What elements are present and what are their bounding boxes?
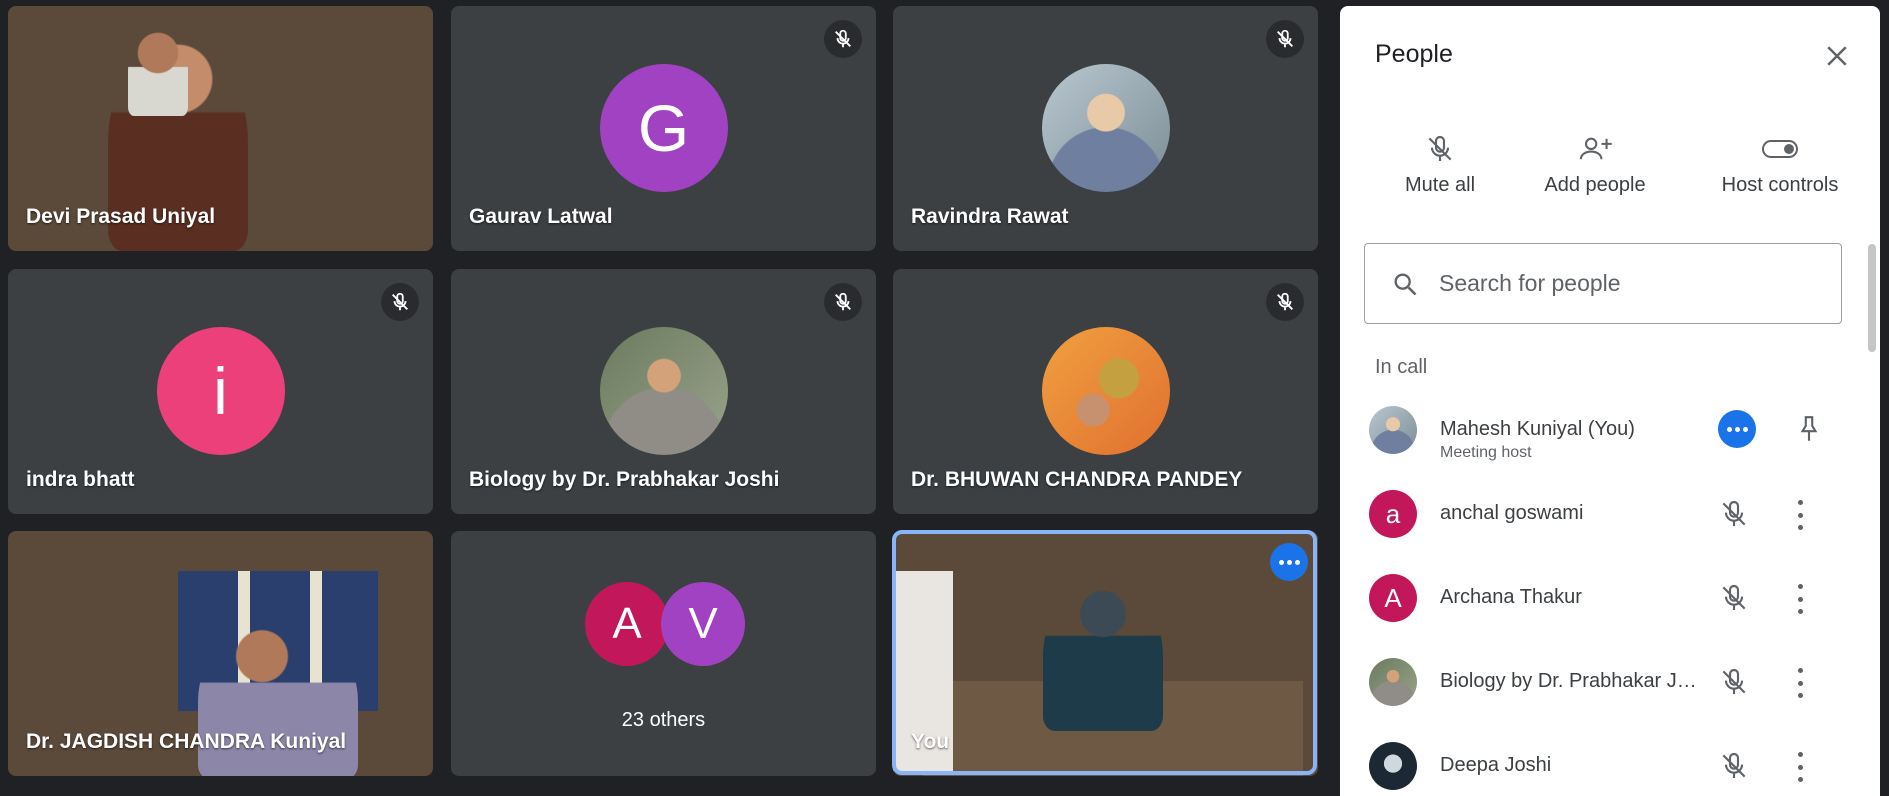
- participant-row[interactable]: A Archana Thakur: [1340, 574, 1860, 654]
- avatar: [1041, 327, 1170, 455]
- mic-off-icon: [1266, 20, 1304, 58]
- more-options-button[interactable]: [1270, 543, 1308, 581]
- more-vert-icon[interactable]: [1795, 752, 1805, 782]
- avatar: i: [156, 327, 285, 455]
- mic-off-icon: [1266, 283, 1304, 321]
- avatar: A: [1369, 574, 1417, 622]
- in-call-heading: In call: [1375, 356, 1428, 378]
- add-people-label: Add people: [1544, 174, 1646, 196]
- participant-name: Devi Prasad Uniyal: [26, 205, 216, 228]
- background-person: [128, 26, 188, 116]
- scrollbar[interactable]: [1868, 244, 1876, 352]
- participant-name: indra bhatt: [26, 468, 135, 491]
- participant-name: anchal goswami: [1440, 502, 1584, 524]
- more-options-button[interactable]: [1718, 410, 1756, 448]
- avatar: [1369, 658, 1417, 706]
- participant-name: Dr. BHUWAN CHANDRA PANDEY: [911, 468, 1243, 491]
- video-tile-bhuwan-chandra-pandey[interactable]: Dr. BHUWAN CHANDRA PANDEY: [893, 269, 1318, 514]
- mic-off-icon: [1718, 750, 1750, 782]
- avatar: a: [1369, 490, 1417, 538]
- participant-name: Biology by Dr. Prabhakar Joshi: [469, 468, 780, 491]
- avatar: [1369, 406, 1417, 454]
- participant-row[interactable]: Mahesh Kuniyal (You) Meeting host: [1340, 406, 1860, 486]
- more-vert-icon[interactable]: [1795, 668, 1805, 698]
- avatar: [599, 327, 728, 455]
- video-tile-ravindra-rawat[interactable]: Ravindra Rawat: [893, 6, 1318, 251]
- others-count: 23 others: [621, 709, 706, 731]
- video-tile-devi-prasad-uniyal[interactable]: Devi Prasad Uniyal: [8, 6, 433, 251]
- participant-row[interactable]: Deepa Joshi: [1340, 742, 1860, 796]
- mic-off-icon: [1380, 124, 1500, 174]
- mic-off-icon: [381, 283, 419, 321]
- toggle-icon: [1700, 124, 1860, 174]
- participant-name: Gaurav Latwal: [469, 205, 613, 228]
- video-tile-gaurav-latwal[interactable]: G Gaurav Latwal: [451, 6, 876, 251]
- participant-name: Ravindra Rawat: [911, 205, 1069, 228]
- avatar: A: [585, 582, 669, 666]
- search-icon: [1394, 273, 1417, 295]
- pin-icon[interactable]: [1796, 414, 1822, 449]
- mic-off-icon: [1718, 666, 1750, 698]
- panel-title: People: [1375, 40, 1453, 68]
- participant-row[interactable]: a anchal goswami: [1340, 490, 1860, 570]
- add-person-icon: [1520, 124, 1670, 174]
- more-vert-icon[interactable]: [1795, 584, 1805, 614]
- participant-name: Deepa Joshi: [1440, 754, 1552, 776]
- participant-role: Meeting host: [1440, 444, 1532, 461]
- video-tile-biology-prabhakar-joshi[interactable]: Biology by Dr. Prabhakar Joshi: [451, 269, 876, 514]
- mic-off-icon: [824, 283, 862, 321]
- participant-name: Dr. JAGDISH CHANDRA Kuniyal: [26, 730, 347, 753]
- search-placeholder: Search for people: [1439, 270, 1621, 296]
- participant-name: Mahesh Kuniyal (You): [1440, 418, 1635, 440]
- avatar: V: [661, 582, 745, 666]
- participant-name: You: [911, 730, 950, 753]
- host-controls-button[interactable]: Host controls: [1700, 124, 1860, 197]
- more-vert-icon[interactable]: [1795, 500, 1805, 530]
- people-panel: People Mute all Add people Host controls…: [1340, 6, 1880, 796]
- avatar: [1369, 742, 1417, 790]
- video-tile-indra-bhatt[interactable]: i indra bhatt: [8, 269, 433, 514]
- participant-row[interactable]: Biology by Dr. Prabhakar Joshi: [1340, 658, 1860, 738]
- participant-video: [1043, 581, 1163, 731]
- host-controls-label: Host controls: [1721, 174, 1839, 196]
- add-people-button[interactable]: Add people: [1520, 124, 1670, 197]
- avatar: G: [599, 64, 728, 192]
- search-people-input[interactable]: Search for people: [1364, 243, 1842, 324]
- participant-name: Biology by Dr. Prabhakar Joshi: [1440, 670, 1702, 692]
- mic-off-icon: [824, 20, 862, 58]
- participant-name: Archana Thakur: [1440, 586, 1582, 608]
- mic-off-icon: [1718, 582, 1750, 614]
- close-icon[interactable]: [1822, 41, 1852, 71]
- others-tile[interactable]: A V 23 others: [451, 531, 876, 776]
- mute-all-button[interactable]: Mute all: [1380, 124, 1500, 197]
- mute-all-label: Mute all: [1404, 174, 1476, 196]
- mic-off-icon: [1718, 498, 1750, 530]
- video-tile-jagdish-chandra-kuniyal[interactable]: Dr. JAGDISH CHANDRA Kuniyal: [8, 531, 433, 776]
- video-tile-self[interactable]: You: [893, 531, 1318, 776]
- avatar: [1041, 64, 1170, 192]
